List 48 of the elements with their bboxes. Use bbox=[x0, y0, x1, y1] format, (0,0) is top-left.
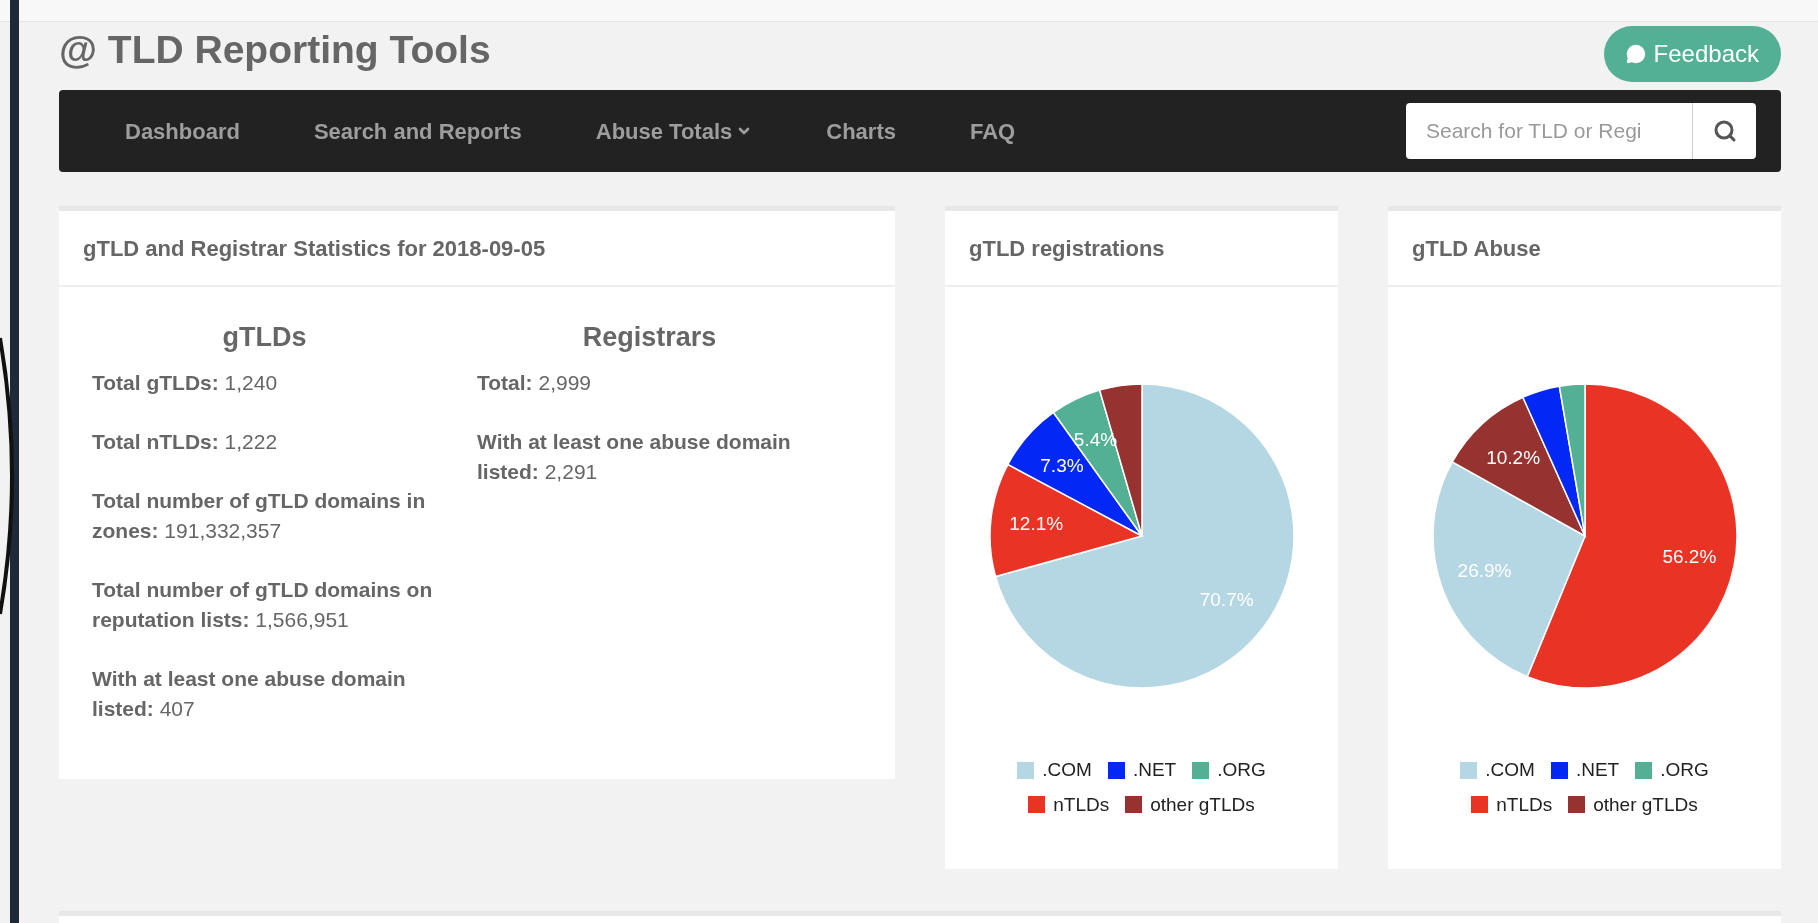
stat-text: With at least one abuse domain listed: 2,291 bbox=[477, 428, 792, 485]
nav-link[interactable]: Abuse Totals bbox=[595, 114, 753, 148]
legend-swatch bbox=[1635, 761, 1653, 779]
legend-swatch bbox=[1028, 796, 1046, 814]
nav-link[interactable]: Dashboard bbox=[125, 114, 240, 148]
legend-label: nTLDs bbox=[1053, 792, 1110, 817]
search-button[interactable] bbox=[1692, 103, 1756, 159]
legend-swatch bbox=[1460, 761, 1478, 779]
slice-label: 10.2% bbox=[1485, 446, 1540, 468]
stat-text: Total number of gTLD domains in zones: 191,332,357 bbox=[92, 487, 427, 544]
page-title: @ TLD Reporting Tools bbox=[59, 26, 491, 73]
slice-label: 12.1% bbox=[1008, 513, 1063, 535]
slice-label: 56.2% bbox=[1661, 545, 1716, 567]
legend-label: .NET bbox=[1132, 758, 1177, 782]
legend-label: .ORG bbox=[1660, 758, 1709, 782]
legend-swatch bbox=[1017, 761, 1035, 779]
slice-label: 7.3% bbox=[1039, 454, 1084, 476]
legend-swatch bbox=[1107, 761, 1125, 779]
stat-text: Total: 2,999 bbox=[477, 369, 592, 396]
card-title: gTLD Abuse bbox=[1388, 211, 1781, 287]
column-heading: Registrars bbox=[581, 321, 718, 354]
legend-swatch bbox=[1568, 796, 1586, 814]
card-title: gTLD and Registrar Statistics for 2018-09-05 bbox=[59, 211, 895, 287]
legend-label: .NET bbox=[1575, 758, 1620, 782]
legend-label: other gTLDs bbox=[1593, 792, 1698, 817]
legend-label: .ORG bbox=[1217, 758, 1266, 782]
card-title: gTLD registrations bbox=[945, 211, 1338, 287]
nav-link[interactable]: Charts bbox=[826, 114, 896, 148]
nav-link[interactable]: FAQ bbox=[969, 114, 1016, 148]
legend-swatch bbox=[1550, 761, 1568, 779]
stat-text: With at least one abuse domain listed: 407 bbox=[92, 665, 407, 722]
stat-text: Total number of gTLD domains on reputation lists: 1,566,951 bbox=[92, 576, 434, 633]
column-heading: gTLDs bbox=[221, 321, 308, 354]
slice-label: 26.9% bbox=[1457, 560, 1511, 582]
speech-bubble-icon bbox=[1625, 44, 1646, 64]
legend-label: other gTLDs bbox=[1150, 792, 1255, 817]
search-icon bbox=[1712, 119, 1737, 143]
stat-text: Total gTLDs: 1,240 bbox=[92, 369, 279, 396]
legend-label: .COM bbox=[1485, 758, 1535, 782]
legend-swatch bbox=[1471, 796, 1489, 814]
legend-swatch bbox=[1125, 796, 1143, 814]
legend-swatch bbox=[1192, 761, 1210, 779]
legend-label: nTLDs bbox=[1496, 792, 1553, 817]
legend-label: .COM bbox=[1042, 758, 1092, 782]
search-field[interactable]: Search for TLD or Regi bbox=[1406, 103, 1692, 159]
nav-link[interactable]: Search and Reports bbox=[313, 114, 522, 148]
slice-label: 70.7% bbox=[1199, 589, 1254, 611]
stat-text: Total nTLDs: 1,222 bbox=[92, 428, 279, 455]
